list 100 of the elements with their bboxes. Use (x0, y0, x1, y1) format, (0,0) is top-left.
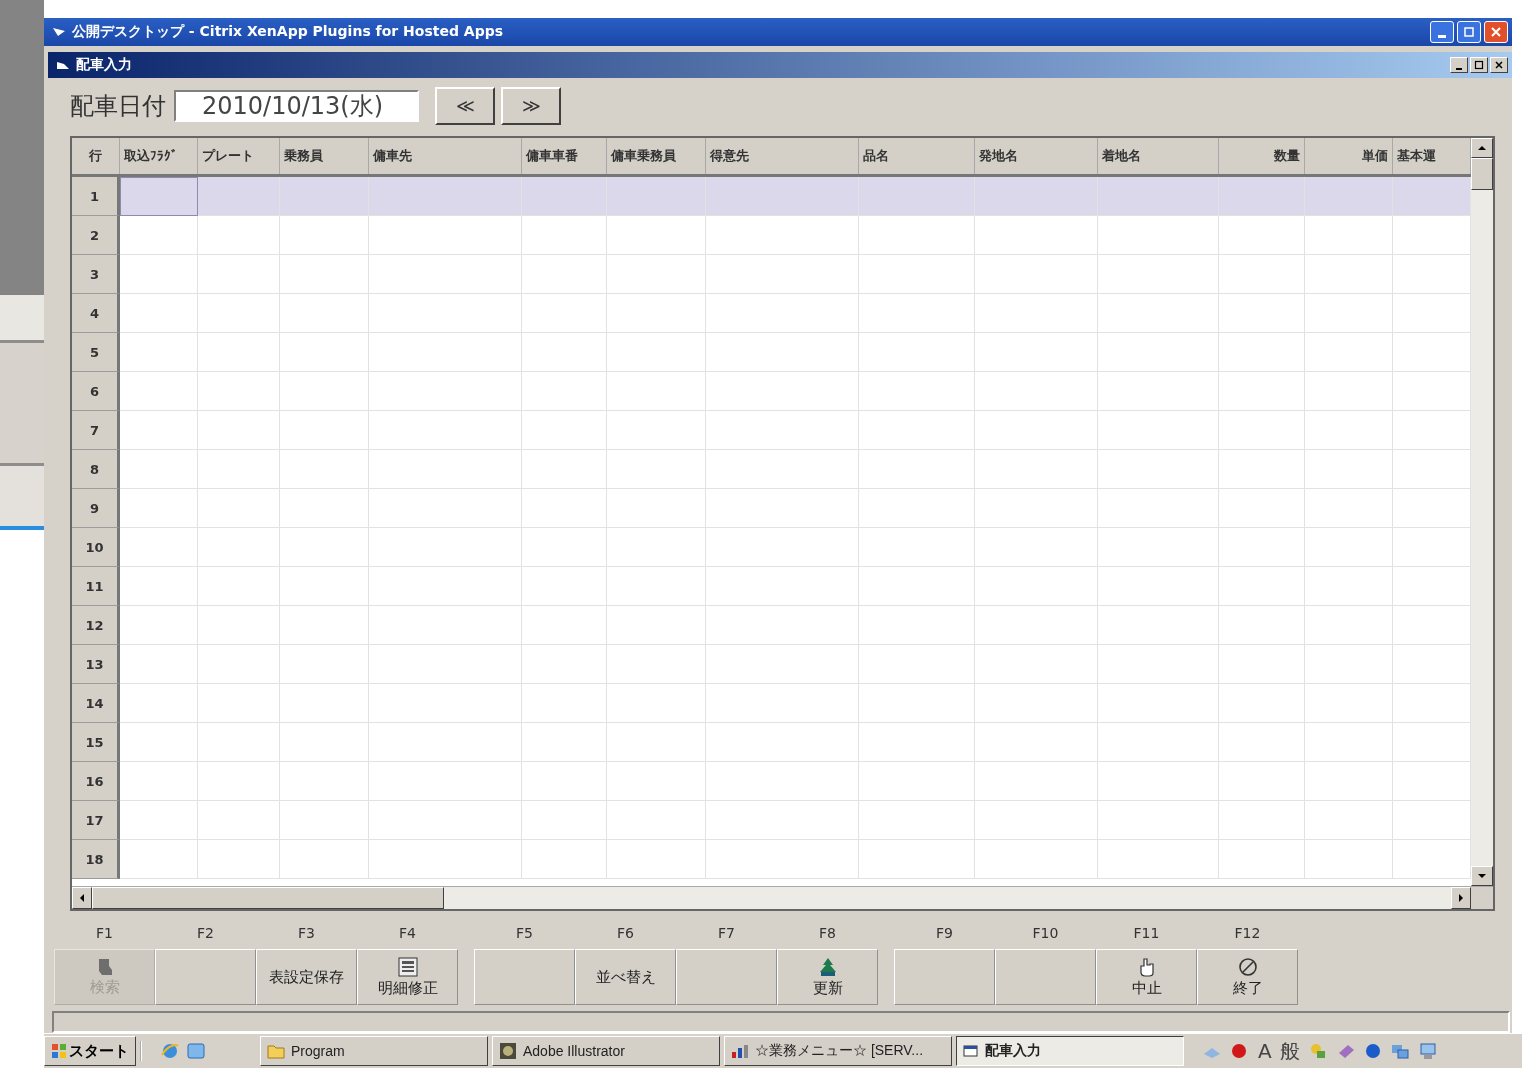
table-cell[interactable] (706, 255, 859, 294)
input-mode-indicator[interactable]: A (1258, 1039, 1272, 1063)
table-cell[interactable] (1219, 333, 1305, 372)
minimize-button[interactable] (1450, 57, 1468, 73)
table-cell[interactable] (859, 450, 975, 489)
table-cell[interactable] (607, 411, 706, 450)
table-cell[interactable] (975, 723, 1098, 762)
table-cell[interactable] (522, 333, 607, 372)
table-row[interactable]: 11 (72, 567, 1471, 606)
table-cell[interactable] (280, 255, 369, 294)
table-cell[interactable] (859, 333, 975, 372)
table-cell[interactable] (975, 645, 1098, 684)
table-row[interactable]: 15 (72, 723, 1471, 762)
table-cell[interactable] (1305, 645, 1393, 684)
table-cell[interactable] (1305, 489, 1393, 528)
taskbar-button[interactable]: ☆業務メニュー☆ [SERV... (724, 1036, 952, 1066)
table-cell[interactable] (369, 294, 522, 333)
table-cell[interactable] (1305, 606, 1393, 645)
table-cell[interactable] (120, 801, 198, 840)
table-cell[interactable] (975, 762, 1098, 801)
column-header[interactable]: 乗務員 (280, 138, 369, 174)
table-cell[interactable] (369, 528, 522, 567)
table-cell[interactable] (706, 840, 859, 879)
table-cell[interactable] (280, 333, 369, 372)
table-cell[interactable] (1219, 567, 1305, 606)
table-cell[interactable] (706, 684, 859, 723)
function-button[interactable]: 更新 (777, 949, 878, 1005)
scroll-thumb[interactable] (1471, 158, 1493, 190)
column-header[interactable]: 取込ﾌﾗｸﾞ (120, 138, 198, 174)
table-cell[interactable] (1219, 723, 1305, 762)
column-header[interactable]: プレート (198, 138, 280, 174)
table-cell[interactable] (1305, 333, 1393, 372)
table-cell[interactable] (120, 177, 198, 216)
table-cell[interactable] (280, 294, 369, 333)
table-cell[interactable] (975, 177, 1098, 216)
table-row[interactable]: 8 (72, 450, 1471, 489)
table-cell[interactable] (369, 489, 522, 528)
table-cell[interactable] (607, 528, 706, 567)
table-cell[interactable] (975, 255, 1098, 294)
table-cell[interactable] (522, 723, 607, 762)
table-cell[interactable] (522, 840, 607, 879)
table-cell[interactable] (1098, 489, 1219, 528)
table-cell[interactable] (120, 255, 198, 294)
table-cell[interactable] (522, 255, 607, 294)
table-cell[interactable] (280, 528, 369, 567)
table-cell[interactable] (369, 762, 522, 801)
table-cell[interactable] (607, 294, 706, 333)
table-cell[interactable] (369, 177, 522, 216)
table-cell[interactable] (975, 684, 1098, 723)
table-cell[interactable] (198, 606, 280, 645)
table-cell[interactable] (280, 645, 369, 684)
table-cell[interactable] (975, 294, 1098, 333)
table-cell[interactable] (859, 489, 975, 528)
table-cell[interactable] (706, 177, 859, 216)
table-row[interactable]: 4 (72, 294, 1471, 333)
table-cell[interactable] (706, 567, 859, 606)
table-cell[interactable] (522, 528, 607, 567)
table-row[interactable]: 1 (72, 177, 1471, 216)
table-cell[interactable] (369, 567, 522, 606)
table-cell[interactable] (1305, 840, 1393, 879)
table-cell[interactable] (120, 489, 198, 528)
table-cell[interactable] (280, 489, 369, 528)
table-cell[interactable] (280, 801, 369, 840)
table-cell[interactable] (1219, 606, 1305, 645)
function-button[interactable] (676, 949, 777, 1005)
table-cell[interactable] (1219, 216, 1305, 255)
table-row[interactable]: 13 (72, 645, 1471, 684)
table-cell[interactable] (706, 411, 859, 450)
table-cell[interactable] (975, 216, 1098, 255)
table-cell[interactable] (369, 645, 522, 684)
table-cell[interactable] (859, 801, 975, 840)
table-cell[interactable] (522, 567, 607, 606)
table-row[interactable]: 16 (72, 762, 1471, 801)
table-cell[interactable] (1098, 645, 1219, 684)
table-cell[interactable] (198, 411, 280, 450)
table-cell[interactable] (1098, 684, 1219, 723)
table-cell[interactable] (120, 567, 198, 606)
table-cell[interactable] (1098, 567, 1219, 606)
table-cell[interactable] (1219, 255, 1305, 294)
function-button[interactable] (894, 949, 995, 1005)
right-arrow-icon[interactable] (1458, 894, 1464, 902)
table-cell[interactable] (607, 645, 706, 684)
table-cell[interactable] (280, 723, 369, 762)
table-cell[interactable] (120, 450, 198, 489)
table-cell[interactable] (706, 645, 859, 684)
table-cell[interactable] (522, 606, 607, 645)
table-cell[interactable] (522, 489, 607, 528)
table-row[interactable]: 2 (72, 216, 1471, 255)
previous-day-button[interactable]: ≪ (435, 87, 495, 125)
table-cell[interactable] (198, 762, 280, 801)
table-cell[interactable] (1219, 372, 1305, 411)
table-cell[interactable] (198, 372, 280, 411)
browser-icon[interactable] (160, 1041, 180, 1061)
desktop-icon[interactable] (186, 1041, 206, 1061)
table-row[interactable]: 17 (72, 801, 1471, 840)
table-cell[interactable] (607, 255, 706, 294)
table-cell[interactable] (1098, 450, 1219, 489)
table-cell[interactable] (522, 684, 607, 723)
table-cell[interactable] (1305, 372, 1393, 411)
table-cell[interactable] (607, 567, 706, 606)
